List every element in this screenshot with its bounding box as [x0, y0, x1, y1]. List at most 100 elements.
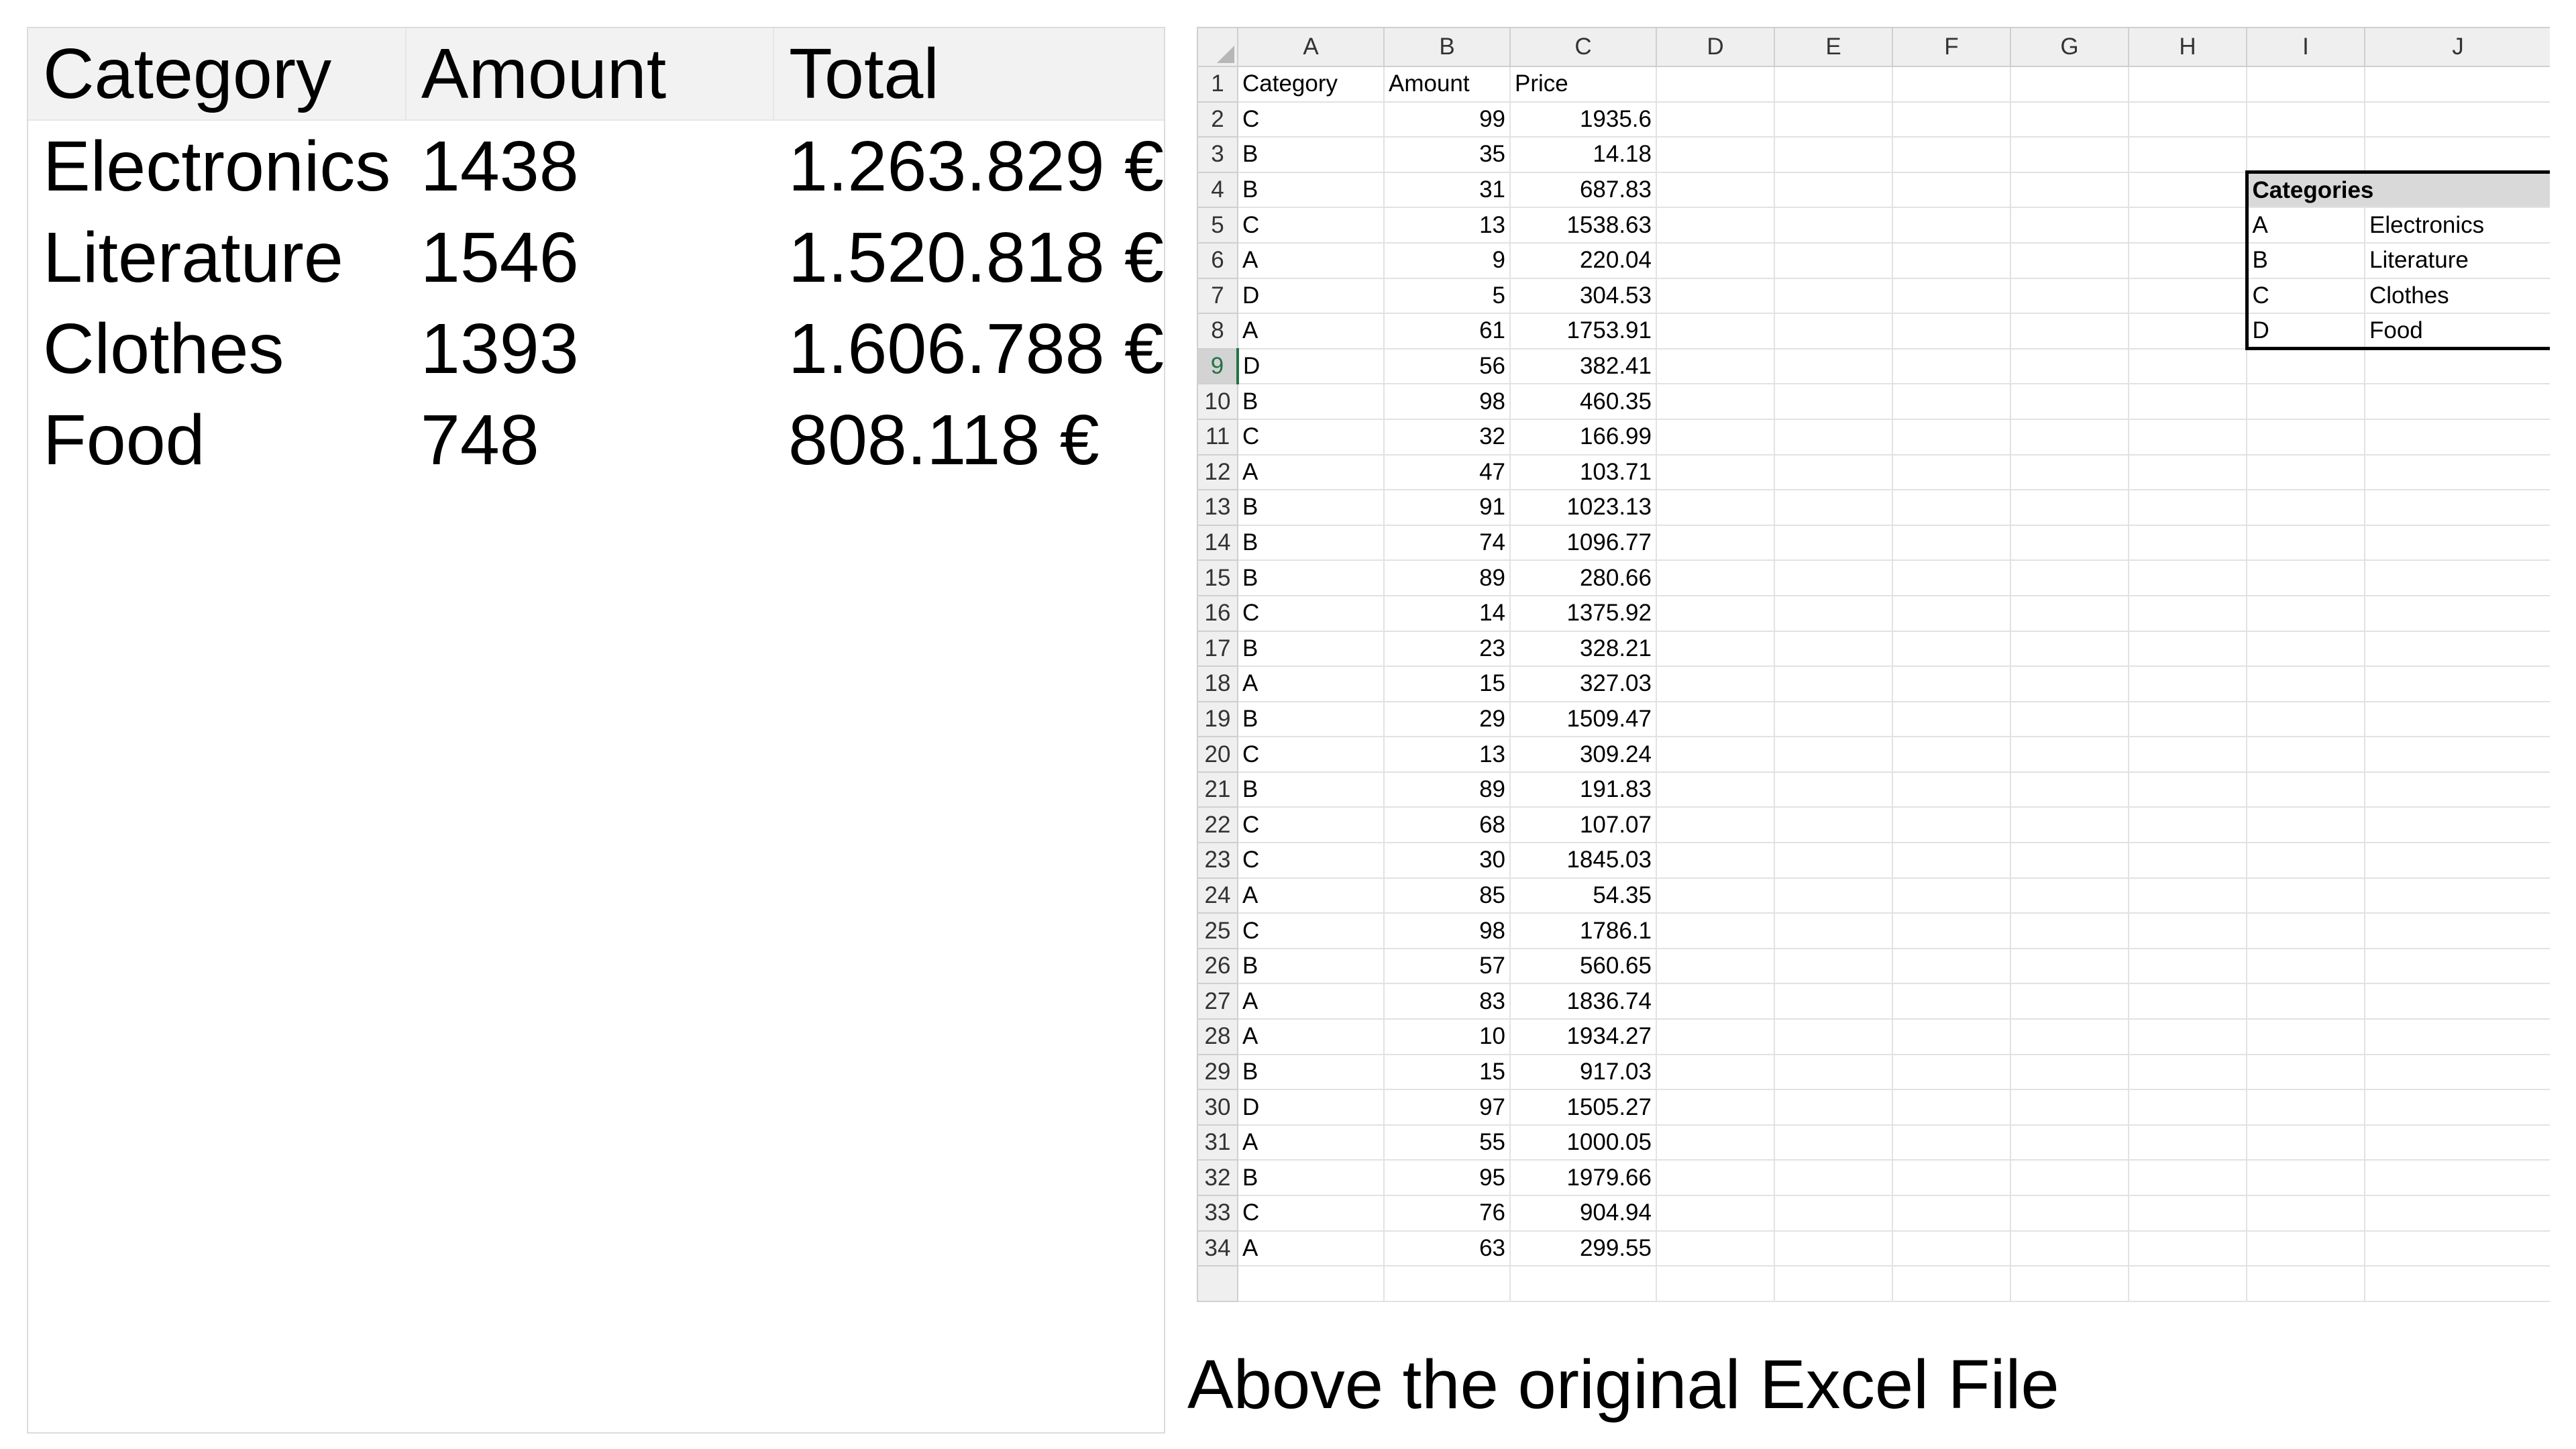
cell-d19[interactable] [1656, 700, 1775, 738]
cell-b6[interactable]: 9 [1383, 241, 1511, 279]
cell-b4[interactable]: 31 [1383, 171, 1511, 209]
row-header[interactable]: 10 [1197, 383, 1238, 420]
cell-b32[interactable]: 95 [1383, 1159, 1511, 1196]
cell-g13[interactable] [2010, 489, 2129, 526]
cell-e32[interactable] [1774, 1159, 1893, 1196]
cell-d20[interactable] [1656, 736, 1775, 773]
cell-c2[interactable]: 1935.6 [1509, 101, 1657, 138]
cell-h14[interactable] [2128, 524, 2247, 561]
column-header-b[interactable]: B [1383, 27, 1511, 67]
cell-h33[interactable] [2128, 1195, 2247, 1232]
cell-f35[interactable] [1892, 1265, 2011, 1302]
cell-e17[interactable] [1774, 630, 1893, 667]
cell-c1[interactable]: Price [1509, 66, 1657, 103]
cell-a8[interactable]: A [1237, 313, 1385, 350]
cell-i12[interactable] [2246, 453, 2365, 491]
cell-f21[interactable] [1892, 771, 2011, 808]
cell-j2[interactable] [2364, 101, 2550, 138]
cell-j14[interactable] [2364, 524, 2550, 561]
row-header[interactable]: 20 [1197, 736, 1238, 773]
cell-c20[interactable]: 309.24 [1509, 736, 1657, 773]
cell-d34[interactable] [1656, 1230, 1775, 1267]
legend-title[interactable]: Categories [2245, 170, 2550, 209]
cell-b10[interactable]: 98 [1383, 383, 1511, 420]
cell-b11[interactable]: 32 [1383, 418, 1511, 455]
cell-d33[interactable] [1656, 1195, 1775, 1232]
cell-b26[interactable]: 57 [1383, 947, 1511, 985]
cell-f32[interactable] [1892, 1159, 2011, 1196]
cell-i31[interactable] [2246, 1124, 2365, 1161]
cell-e16[interactable] [1774, 594, 1893, 632]
cell-b31[interactable]: 55 [1383, 1124, 1511, 1161]
cell-f33[interactable] [1892, 1195, 2011, 1232]
cell-b20[interactable]: 13 [1383, 736, 1511, 773]
cell-i18[interactable] [2246, 665, 2365, 702]
cell-e26[interactable] [1774, 947, 1893, 985]
cell-c11[interactable]: 166.99 [1509, 418, 1657, 455]
cell-f15[interactable] [1892, 559, 2011, 596]
cell-e6[interactable] [1774, 241, 1893, 279]
cell-d32[interactable] [1656, 1159, 1775, 1196]
cell-j24[interactable] [2364, 877, 2550, 914]
cell-h1[interactable] [2128, 66, 2247, 103]
cell-a5[interactable]: C [1237, 207, 1385, 244]
cell-h11[interactable] [2128, 418, 2247, 455]
cell-e27[interactable] [1774, 983, 1893, 1020]
cell-c7[interactable]: 304.53 [1509, 277, 1657, 315]
cell-h2[interactable] [2128, 101, 2247, 138]
cell-c32[interactable]: 1979.66 [1509, 1159, 1657, 1196]
row-header[interactable]: 25 [1197, 912, 1238, 949]
cell-d30[interactable] [1656, 1089, 1775, 1126]
cell-b30[interactable]: 97 [1383, 1089, 1511, 1126]
cell-c23[interactable]: 1845.03 [1509, 842, 1657, 879]
row-header[interactable]: 7 [1197, 277, 1238, 315]
cell-i19[interactable] [2246, 700, 2365, 738]
cell-b29[interactable]: 15 [1383, 1053, 1511, 1091]
cell-a22[interactable]: C [1237, 806, 1385, 844]
cell-g33[interactable] [2010, 1195, 2129, 1232]
row-header[interactable]: 28 [1197, 1018, 1238, 1055]
cell-g35[interactable] [2010, 1265, 2129, 1302]
legend-category[interactable]: Food [2364, 313, 2550, 351]
cell-a1[interactable]: Category [1237, 66, 1385, 103]
cell-f8[interactable] [1892, 313, 2011, 350]
cell-c21[interactable]: 191.83 [1509, 771, 1657, 808]
cell-a34[interactable]: A [1237, 1230, 1385, 1267]
cell-f3[interactable] [1892, 136, 2011, 173]
cell-j31[interactable] [2364, 1124, 2550, 1161]
row-header[interactable]: 24 [1197, 877, 1238, 914]
cell-f16[interactable] [1892, 594, 2011, 632]
cell-h17[interactable] [2128, 630, 2247, 667]
cell-f27[interactable] [1892, 983, 2011, 1020]
cell-c15[interactable]: 280.66 [1509, 559, 1657, 596]
cell-j19[interactable] [2364, 700, 2550, 738]
cell-e10[interactable] [1774, 383, 1893, 420]
column-header-e[interactable]: E [1774, 27, 1893, 67]
cell-d31[interactable] [1656, 1124, 1775, 1161]
cell-b2[interactable]: 99 [1383, 101, 1511, 138]
column-header-g[interactable]: G [2010, 27, 2129, 67]
cell-g10[interactable] [2010, 383, 2129, 420]
cell-d7[interactable] [1656, 277, 1775, 315]
cell-i26[interactable] [2246, 947, 2365, 985]
cell-a14[interactable]: B [1237, 524, 1385, 561]
cell-g23[interactable] [2010, 842, 2129, 879]
cell-j11[interactable] [2364, 418, 2550, 455]
cell-e4[interactable] [1774, 171, 1893, 209]
cell-d6[interactable] [1656, 241, 1775, 279]
cell-d28[interactable] [1656, 1018, 1775, 1055]
row-header[interactable]: 29 [1197, 1053, 1238, 1091]
row-header[interactable]: 31 [1197, 1124, 1238, 1161]
cell-a20[interactable]: C [1237, 736, 1385, 773]
cell-h9[interactable] [2128, 347, 2247, 385]
cell-c5[interactable]: 1538.63 [1509, 207, 1657, 244]
cell-e3[interactable] [1774, 136, 1893, 173]
legend-code[interactable]: B [2245, 241, 2365, 279]
row-header[interactable]: 15 [1197, 559, 1238, 596]
cell-i35[interactable] [2246, 1265, 2365, 1302]
cell-a10[interactable]: B [1237, 383, 1385, 420]
cell-e18[interactable] [1774, 665, 1893, 702]
row-header[interactable]: 14 [1197, 524, 1238, 561]
cell-i33[interactable] [2246, 1195, 2365, 1232]
cell-e33[interactable] [1774, 1195, 1893, 1232]
